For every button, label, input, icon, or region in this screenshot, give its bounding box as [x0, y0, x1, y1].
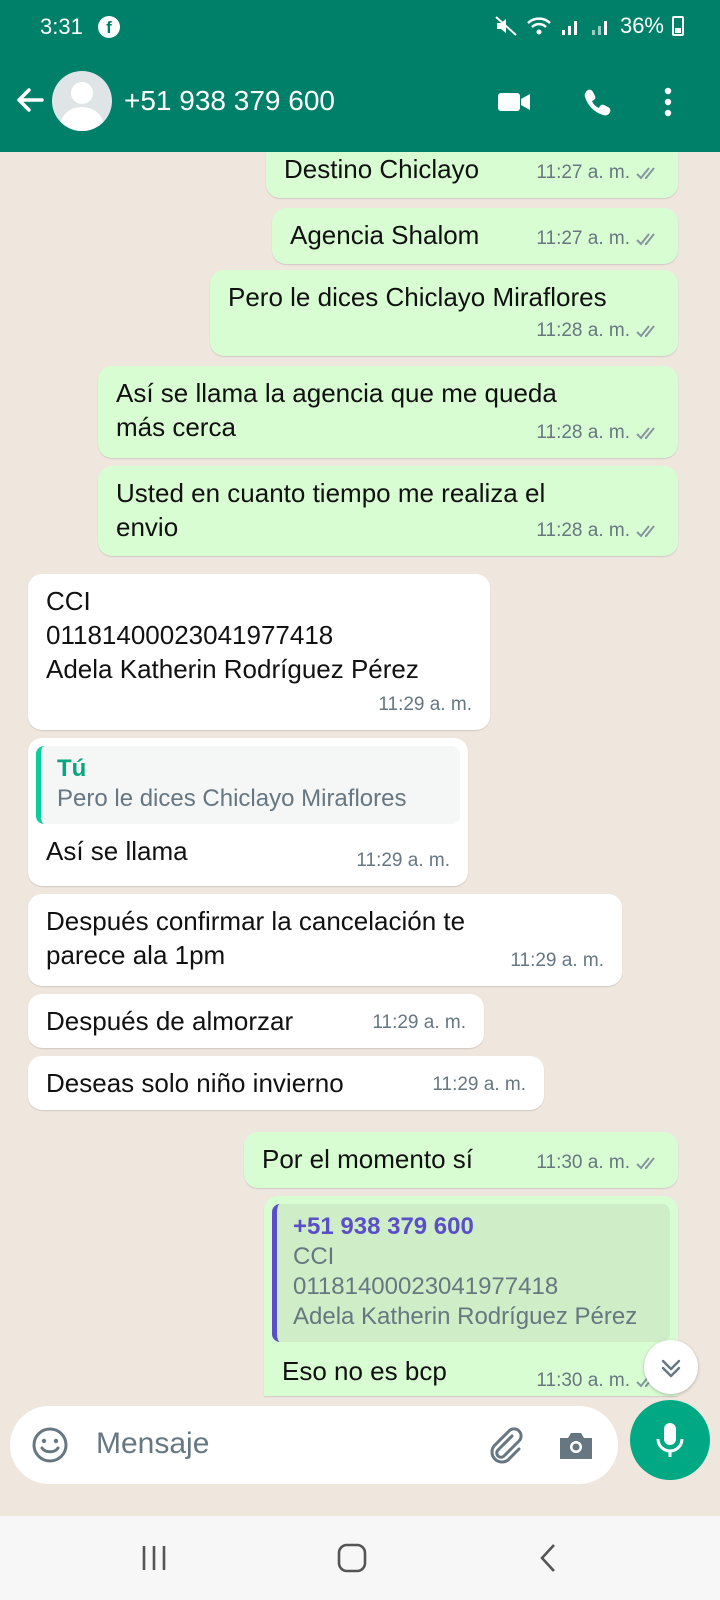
message-time: 11:28 a. m. [536, 422, 630, 443]
message-time: 11:29 a. m. [378, 694, 472, 715]
camera-icon[interactable] [556, 1426, 596, 1464]
quoted-text-line: 01181400023041977418 [293, 1273, 559, 1300]
message-meta: 11:29 a. m. [378, 688, 472, 722]
chevron-down-icon [661, 1359, 681, 1378]
message-text-line: Usted en cuanto tiempo me realiza el [116, 478, 546, 508]
attach-clip-icon[interactable] [484, 1424, 526, 1466]
nav-back-icon[interactable] [526, 1536, 570, 1580]
app-header: 3:31 f 36% +51 938 379 600 [0, 0, 720, 152]
read-ticks-icon [636, 167, 655, 180]
message-time: 11:27 a. m. [536, 162, 630, 183]
message-text: Pero le dices Chiclayo Miraflores [228, 282, 607, 312]
signal-icon [561, 21, 577, 35]
message-time: 11:28 a. m. [536, 520, 630, 541]
avatar[interactable] [52, 71, 112, 131]
status-icons: 36% [494, 13, 684, 39]
message-text-line: CCI [46, 586, 91, 616]
quoted-message[interactable]: Tú Pero le dices Chiclayo Miraflores [36, 746, 460, 824]
message-meta: 11:30 a. m. [536, 1146, 660, 1180]
message-time: 11:29 a. m. [356, 850, 450, 871]
status-time: 3:31 [40, 14, 83, 39]
message-time: 11:29 a. m. [510, 950, 604, 971]
voice-message-button[interactable] [630, 1400, 710, 1480]
mic-icon [656, 1423, 684, 1457]
message-text-line: Adela Katherin Rodríguez Pérez [46, 654, 419, 684]
read-ticks-icon [636, 1157, 655, 1170]
message-outgoing[interactable]: Destino Chiclayo 11:27 a. m. [266, 152, 678, 198]
message-outgoing[interactable]: Pero le dices Chiclayo Miraflores 11:28 … [210, 270, 678, 356]
read-ticks-icon [636, 525, 655, 538]
status-bar: 3:31 f 36% [0, 0, 720, 54]
message-time: 11:29 a. m. [432, 1074, 526, 1095]
quoted-text-line: Adela Katherin Rodríguez Pérez [293, 1303, 638, 1330]
wifi-icon [527, 17, 551, 35]
message-meta: 11:28 a. m. [536, 416, 660, 450]
message-time: 11:28 a. m. [536, 320, 630, 341]
message-outgoing-reply[interactable]: +51 938 379 600 CCI 01181400023041977418… [264, 1196, 678, 1396]
signal-icon-2 [591, 21, 607, 35]
read-ticks-icon [636, 427, 655, 440]
message-text: Por el momento sí [262, 1144, 473, 1174]
message-outgoing[interactable]: Así se llama la agencia que me queda más… [98, 366, 678, 458]
message-incoming[interactable]: Deseas solo niño invierno 11:29 a. m. [28, 1056, 544, 1110]
message-meta: 11:29 a. m. [356, 844, 450, 878]
battery-icon [672, 16, 684, 36]
message-meta: 11:29 a. m. [372, 1006, 466, 1040]
message-time: 11:29 a. m. [372, 1012, 466, 1033]
chat-header: +51 938 379 600 [0, 60, 720, 144]
message-meta: 11:27 a. m. [536, 156, 660, 190]
mute-icon [495, 16, 517, 36]
message-meta: 11:27 a. m. [536, 222, 660, 256]
message-meta: 11:29 a. m. [510, 944, 604, 978]
message-time: 11:27 a. m. [536, 228, 630, 249]
phone-call-icon[interactable] [578, 84, 618, 120]
video-call-icon[interactable] [494, 84, 534, 120]
quoted-author: +51 938 379 600 [293, 1213, 474, 1240]
message-input-bar[interactable]: Mensaje [10, 1406, 618, 1484]
back-arrow-icon[interactable] [12, 82, 48, 118]
facebook-notification-icon: f [98, 16, 120, 38]
message-meta: 11:29 a. m. [432, 1068, 526, 1102]
contact-name[interactable]: +51 938 379 600 [124, 85, 335, 117]
message-text-line: Así se llama la agencia que me queda [116, 378, 557, 408]
read-ticks-icon [636, 233, 655, 246]
message-meta: 11:30 a. m. [536, 1364, 660, 1398]
system-navigation-bar [0, 1516, 720, 1600]
quoted-text-line: CCI [293, 1243, 335, 1270]
message-text: Después de almorzar [46, 1006, 294, 1036]
message-text: Agencia Shalom [290, 220, 480, 250]
scroll-to-bottom-button[interactable] [644, 1340, 698, 1394]
message-incoming[interactable]: Después de almorzar 11:29 a. m. [28, 994, 484, 1048]
home-icon[interactable] [330, 1536, 374, 1580]
message-outgoing[interactable]: Usted en cuanto tiempo me realiza el env… [98, 466, 678, 556]
message-incoming[interactable]: Después confirmar la cancelación te pare… [28, 894, 622, 986]
message-input[interactable]: Mensaje [96, 1427, 209, 1461]
message-meta: 11:28 a. m. [536, 314, 660, 348]
message-text-line: 01181400023041977418 [46, 620, 334, 650]
message-outgoing[interactable]: Agencia Shalom 11:27 a. m. [272, 208, 678, 264]
message-meta: 11:28 a. m. [536, 514, 660, 548]
message-incoming[interactable]: CCI 01181400023041977418 Adela Katherin … [28, 574, 490, 730]
battery-percent: 36% [619, 13, 664, 38]
quoted-message[interactable]: +51 938 379 600 CCI 01181400023041977418… [272, 1204, 670, 1342]
message-text: Destino Chiclayo [284, 154, 480, 184]
recent-apps-icon[interactable] [132, 1536, 176, 1580]
read-ticks-icon [636, 325, 655, 338]
message-text: Deseas solo niño invierno [46, 1068, 344, 1098]
message-text-line: Después confirmar la cancelación te [46, 906, 466, 936]
message-outgoing[interactable]: Por el momento sí 11:30 a. m. [244, 1132, 678, 1188]
message-incoming-reply[interactable]: Tú Pero le dices Chiclayo Miraflores Así… [28, 738, 468, 886]
quoted-text: Pero le dices Chiclayo Miraflores [57, 785, 407, 812]
message-time: 11:30 a. m. [536, 1152, 630, 1173]
emoji-icon[interactable] [30, 1425, 70, 1465]
quoted-author: Tú [57, 755, 87, 782]
more-options-icon[interactable] [650, 84, 690, 120]
chat-area[interactable]: Destino Chiclayo 11:27 a. m. Agencia Sha… [0, 152, 720, 1400]
message-time: 11:30 a. m. [536, 1370, 630, 1391]
